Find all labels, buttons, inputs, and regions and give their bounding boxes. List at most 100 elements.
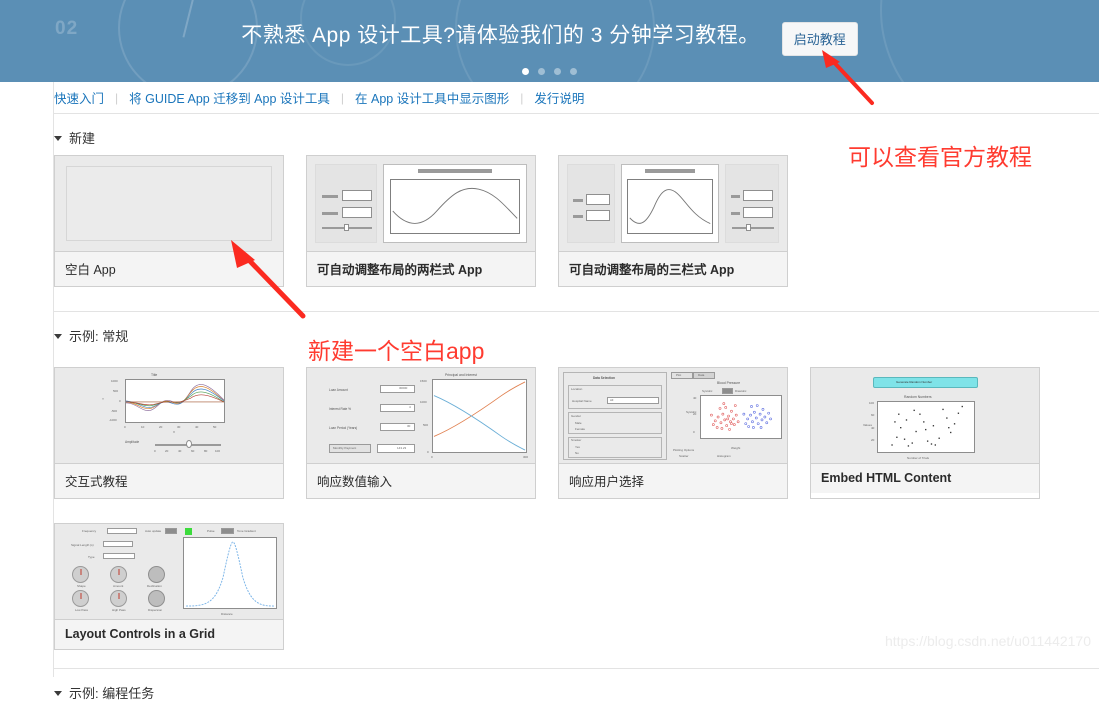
thumb-plot-title: Blood Pressure bbox=[717, 381, 741, 385]
thumb-dropdown bbox=[103, 553, 135, 559]
start-tutorial-button[interactable]: 启动教程 bbox=[781, 22, 858, 56]
card-blank-app-label: 空白 App bbox=[55, 252, 283, 286]
thumb-knob-label: Dispersion bbox=[148, 608, 163, 612]
thumb-button-label: Generate Random Number bbox=[896, 380, 933, 384]
section-examples-programming-header[interactable]: 示例: 编程任务 bbox=[0, 669, 1099, 710]
thumb-result-field bbox=[377, 444, 415, 453]
card-interactive-tutorial[interactable]: Title 1000 500 0 -500 -1000 Y 0 10 20 30… bbox=[54, 367, 284, 499]
thumb-checkbox-label: Female bbox=[575, 427, 586, 431]
thumb-knob bbox=[148, 566, 165, 583]
promo-banner: 02 不熟悉 App 设计工具?请体验我们的 3 分钟学习教程。 启动教程 bbox=[0, 0, 1099, 82]
link-display-graphics[interactable]: 在 App 设计工具中显示图形 bbox=[355, 88, 509, 107]
quick-links-bar: 快速入门 | 将 GUIDE App 迁移到 App 设计工具 | 在 App … bbox=[0, 82, 1099, 114]
card-three-column-app[interactable]: 可自动调整布局的三栏式 App bbox=[558, 155, 788, 287]
example-card-list-row2: Frequency Auto update Pulse Tone Gradien… bbox=[0, 523, 1099, 668]
thumb-field-value: 30 bbox=[407, 424, 411, 428]
thumb-axes bbox=[125, 379, 225, 423]
thumb-knob bbox=[110, 590, 127, 607]
thumb-field-label: Interest Rate % bbox=[329, 407, 351, 411]
thumb-slider-tick: 0 bbox=[154, 449, 156, 453]
thumb-xtick: 30 bbox=[177, 425, 181, 429]
section-new-header[interactable]: 新建 bbox=[0, 114, 1099, 155]
carousel-dot-4[interactable] bbox=[570, 68, 577, 75]
thumb-checkbox-label: No bbox=[575, 451, 579, 455]
thumb-ytick: 0 bbox=[119, 399, 121, 403]
card-blank-app[interactable]: 空白 App bbox=[54, 155, 284, 287]
thumb-field-label: Loan Amount bbox=[329, 388, 348, 392]
chevron-down-icon bbox=[54, 691, 62, 696]
blank-app-thumb bbox=[55, 156, 283, 252]
section-examples-general-title: 示例: 常规 bbox=[69, 329, 129, 344]
thumb-field-input bbox=[380, 385, 415, 393]
thumb-field-label: Signal Length (s) bbox=[71, 543, 94, 547]
thumb-ytick: 500 bbox=[423, 423, 429, 427]
thumb-ylabel: Systolic bbox=[686, 410, 697, 414]
section-examples-programming-title: 示例: 编程任务 bbox=[69, 686, 155, 701]
link-release-notes[interactable]: 发行说明 bbox=[534, 88, 584, 107]
link-quick-start[interactable]: 快速入门 bbox=[54, 88, 104, 107]
thumb-xtick: 20 bbox=[159, 425, 163, 429]
embed-html-thumb: Generate Random Number Random Numbers 10… bbox=[811, 368, 1039, 464]
thumb-ytick: 1500 bbox=[420, 379, 427, 383]
thumb-knob bbox=[72, 566, 89, 583]
section-new: 新建 空白 App 可自动调整布局的两栏式 App 可自动调整布局的三栏式 Ap… bbox=[0, 114, 1099, 312]
section-examples-programming: 示例: 编程任务 bbox=[0, 669, 1099, 710]
thumb-knob bbox=[72, 590, 89, 607]
thumb-group-title: Location bbox=[571, 387, 583, 391]
thumb-knob bbox=[110, 566, 127, 583]
section-examples-general-header[interactable]: 示例: 常规 bbox=[0, 312, 1099, 353]
new-app-card-list: 空白 App 可自动调整布局的两栏式 App 可自动调整布局的三栏式 App bbox=[0, 155, 1099, 311]
thumb-ylabel: Y bbox=[102, 397, 105, 401]
thumb-tab-label: Plot bbox=[676, 373, 682, 377]
card-user-selection[interactable]: Data Selection Location Hospital Name Al… bbox=[558, 367, 788, 499]
thumb-knob bbox=[148, 590, 165, 607]
card-numeric-input[interactable]: Loan Amount 30000 Interest Rate % 4 Loan… bbox=[306, 367, 536, 499]
thumb-dropdown-value: All bbox=[610, 398, 614, 402]
carousel-dot-3[interactable] bbox=[554, 68, 561, 75]
banner-message: 不熟悉 App 设计工具?请体验我们的 3 分钟学习教程。 bbox=[241, 24, 760, 47]
thumb-dropdown bbox=[607, 397, 659, 404]
card-embed-html[interactable]: Generate Random Number Random Numbers 10… bbox=[810, 367, 1040, 499]
section-new-title: 新建 bbox=[69, 131, 96, 146]
thumb-xlabel: Weight bbox=[731, 446, 741, 450]
chevron-down-icon bbox=[54, 334, 62, 339]
thumb-axes bbox=[183, 537, 277, 609]
thumb-xlabel: Distance bbox=[221, 612, 233, 616]
card-two-column-app[interactable]: 可自动调整布局的两栏式 App bbox=[306, 155, 536, 287]
thumb-button-label: Monthly Payment bbox=[333, 446, 357, 450]
thumb-panel-title: Data Selection bbox=[593, 376, 615, 380]
thumb-xlabel: X bbox=[173, 430, 176, 434]
thumb-ytick: 1000 bbox=[111, 379, 118, 383]
template-left-panel bbox=[567, 164, 615, 243]
template-axes bbox=[627, 179, 713, 234]
thumb-ytick: 0 bbox=[427, 450, 429, 454]
example-card-list-row1: Title 1000 500 0 -500 -1000 Y 0 10 20 30… bbox=[0, 353, 1099, 523]
thumb-field-input bbox=[103, 541, 133, 547]
thumb-field-value: 4 bbox=[409, 405, 411, 409]
carousel-dot-1[interactable] bbox=[522, 68, 529, 75]
card-grid-layout[interactable]: Frequency Auto update Pulse Tone Gradien… bbox=[54, 523, 284, 650]
template-plot-area bbox=[621, 164, 719, 243]
thumb-field-label: Frequency bbox=[82, 529, 97, 533]
template-title-bar bbox=[645, 169, 695, 173]
template-axes bbox=[390, 179, 520, 234]
link-migrate-guide-app[interactable]: 将 GUIDE App 迁移到 App 设计工具 bbox=[129, 88, 330, 107]
thumb-plotting-options-title: Plotting Options bbox=[673, 448, 695, 452]
section-examples-general: 示例: 常规 Title 1000 500 0 -500 -1000 Y 0 1… bbox=[0, 312, 1099, 669]
thumb-radio-label: Scatter bbox=[679, 454, 689, 458]
card-embed-html-label: Embed HTML Content bbox=[811, 464, 1039, 493]
carousel-dot-2[interactable] bbox=[538, 68, 545, 75]
thumb-radio-label: Histogram bbox=[717, 454, 731, 458]
thumb-slider-tick: 100 bbox=[215, 449, 221, 453]
template-title-bar bbox=[418, 169, 492, 173]
thumb-xtick: 300 bbox=[523, 455, 529, 459]
thumb-checkbox-label: Male bbox=[575, 421, 582, 425]
thumb-xtick: 50 bbox=[213, 425, 217, 429]
thumb-toggle-label: Pulse bbox=[207, 529, 215, 533]
thumb-xtick: 40 bbox=[195, 425, 199, 429]
two-column-template-thumb bbox=[307, 156, 535, 252]
carousel-dots[interactable] bbox=[0, 68, 1099, 75]
card-grid-layout-label: Layout Controls in a Grid bbox=[55, 620, 283, 649]
thumb-knob-label: Declination bbox=[147, 584, 162, 588]
link-separator: | bbox=[340, 90, 345, 105]
